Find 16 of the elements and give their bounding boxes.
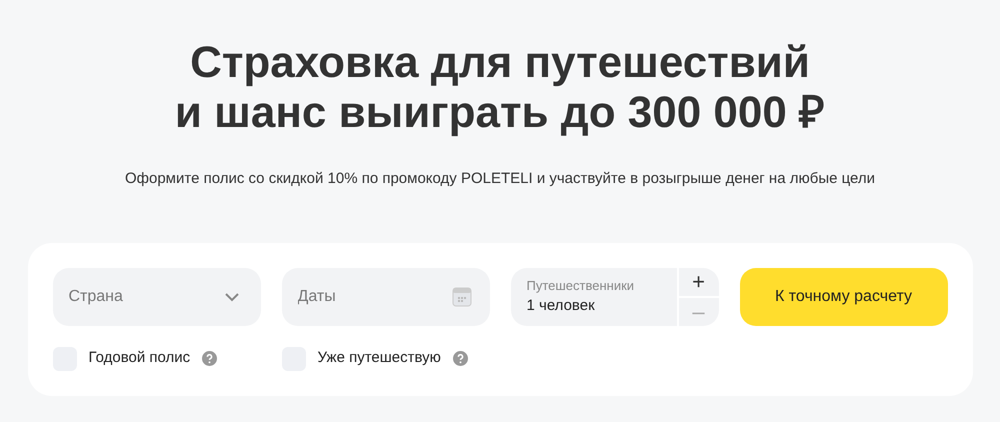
help-icon[interactable]: [202, 351, 218, 366]
travelers-label: Путешественники: [526, 276, 636, 295]
checkbox-label: Уже путешествую: [318, 348, 441, 368]
checkbox-label: Годовой полис: [88, 348, 190, 368]
headline: Страховка для путешествий: [190, 38, 810, 88]
chevron-down-icon: [224, 292, 238, 302]
travelers-value: 1 человек: [526, 296, 596, 316]
calculate-button[interactable]: К точному расчету: [740, 268, 948, 326]
subtitle: Оформите полис со скидкой 10% по промокоду POLETELI и участвуйте в розыгрыше денег на любые цели: [124, 169, 876, 189]
travelers-field[interactable]: Путешественники 1 человек: [510, 268, 676, 326]
headline: и шанс выиграть до 300 000 ₽: [174, 88, 826, 138]
calendar-icon: [452, 286, 472, 306]
dates-field[interactable]: Даты: [282, 268, 490, 326]
increment-button[interactable]: +: [678, 268, 718, 296]
country-select[interactable]: Страна: [52, 268, 260, 326]
help-icon[interactable]: [452, 351, 468, 366]
